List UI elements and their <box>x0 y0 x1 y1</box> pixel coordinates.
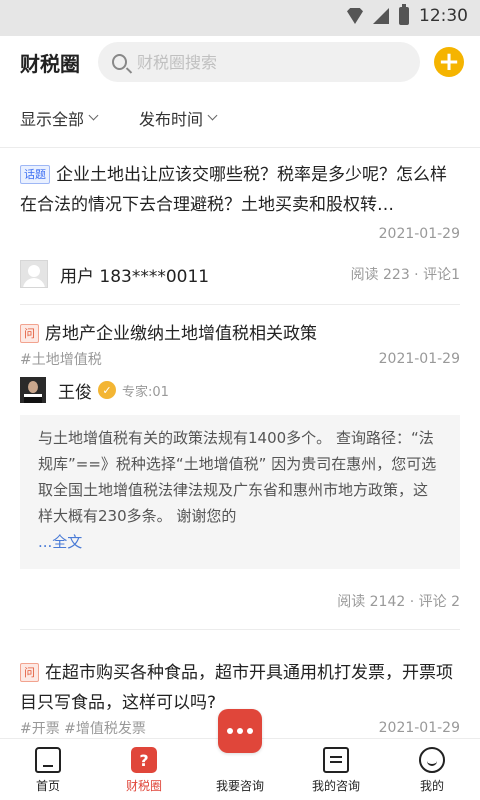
chevron-down-icon <box>88 110 99 121</box>
nav-consult[interactable]: 我要咨询 <box>192 709 288 800</box>
filter-publish-time-label: 发布时间 <box>139 109 204 129</box>
post-title-text: 房地产企业缴纳土地增值税相关政策 <box>45 324 317 344</box>
question-tag: 问 <box>20 663 39 682</box>
bottom-nav: 首页 ? 财税圈 我要咨询 我的咨询 我的 <box>0 709 480 800</box>
page-title: 财税圈 <box>20 51 80 76</box>
question-icon: ? <box>131 747 157 773</box>
expert-author[interactable]: 王俊 ✓ 专家:01 <box>20 377 460 403</box>
post-hashtag[interactable]: #土地增值税 <box>20 349 102 369</box>
post-author[interactable]: 用户 183****0011 <box>20 260 209 288</box>
filter-bar: 显示全部 发布时间 <box>0 88 480 148</box>
signal-icon <box>373 8 389 24</box>
filter-show-all[interactable]: 显示全部 <box>20 106 99 130</box>
post-meta: #土地增值税 2021-01-29 <box>20 349 460 369</box>
nav-tax-circle[interactable]: ? 财税圈 <box>96 739 192 800</box>
list-icon <box>323 747 349 773</box>
read-full-link[interactable]: ...全文 <box>38 533 82 551</box>
answer-text: 与土地增值税有关的政策法规有1400多个。 查询路径：“法规库”==》税种选择“… <box>38 429 437 525</box>
post-date: 2021-01-29 <box>378 226 460 242</box>
topic-tag: 话题 <box>20 165 50 184</box>
nav-home-label: 首页 <box>35 779 60 793</box>
search-icon <box>112 54 127 70</box>
post-stats: 阅读 223 · 评论1 <box>350 267 460 283</box>
filter-publish-time[interactable]: 发布时间 <box>139 106 218 130</box>
post-item[interactable]: 话题 企业土地出让应该交哪些税？税率是多少呢？怎么样在合法的情况下去合理避税？土地… <box>0 148 480 288</box>
wifi-icon <box>347 8 363 24</box>
chevron-down-icon <box>207 110 218 121</box>
nav-tax-circle-label: 财税圈 <box>125 779 162 793</box>
expert-name: 王俊 <box>58 382 92 403</box>
smiley-icon <box>419 747 445 773</box>
post-stats: 阅读 2142 · 评论 2 <box>337 594 460 610</box>
post-title-text: 在超市购买各种食品，超市开具通用机打发票，开票项目只写食品，这样可以吗? <box>20 663 453 713</box>
verified-icon: ✓ <box>98 381 116 399</box>
answer-preview[interactable]: 与土地增值税有关的政策法规有1400多个。 查询路径：“法规库”==》税种选择“… <box>20 415 460 569</box>
nav-my-consult-label: 我的咨询 <box>311 779 360 793</box>
home-icon <box>35 747 61 773</box>
post-feed[interactable]: 话题 企业土地出让应该交哪些税？税率是多少呢？怎么样在合法的情况下去合理避税？土地… <box>0 148 480 738</box>
post-title[interactable]: 话题 企业土地出让应该交哪些税？税率是多少呢？怎么样在合法的情况下去合理避税？土地… <box>20 160 460 220</box>
battery-icon <box>399 4 409 25</box>
avatar <box>20 260 48 288</box>
post-item[interactable]: 问房地产企业缴纳土地增值税相关政策 #土地增值税 2021-01-29 王俊 ✓… <box>0 305 480 611</box>
post-title[interactable]: 问房地产企业缴纳土地增值税相关政策 <box>20 319 460 349</box>
post-date: 2021-01-29 <box>378 720 460 736</box>
status-icons: 12:30 <box>347 4 468 26</box>
status-time: 12:30 <box>419 6 468 26</box>
app-header: 财税圈 + <box>0 36 480 88</box>
expert-label: 专家:01 <box>122 384 169 400</box>
nav-home[interactable]: 首页 <box>0 739 96 800</box>
status-bar: 12:30 <box>0 0 480 36</box>
post-hashtags[interactable]: #开票 #增值税发票 <box>20 718 146 738</box>
search-box[interactable] <box>98 42 420 82</box>
chat-icon <box>218 709 262 753</box>
post-meta: 用户 183****0011 阅读 223 · 评论1 <box>20 260 460 288</box>
avatar <box>20 377 46 403</box>
post-title-text: 企业土地出让应该交哪些税？税率是多少呢？怎么样在合法的情况下去合理避税？土地买卖… <box>20 165 447 215</box>
search-input[interactable] <box>136 52 406 72</box>
nav-consult-label: 我要咨询 <box>215 779 264 793</box>
question-tag: 问 <box>20 324 39 343</box>
nav-me[interactable]: 我的 <box>384 739 480 800</box>
nav-my-consult[interactable]: 我的咨询 <box>288 739 384 800</box>
nav-me-label: 我的 <box>419 779 444 793</box>
add-button[interactable]: + <box>434 47 464 77</box>
filter-show-all-label: 显示全部 <box>20 109 85 129</box>
post-date: 2021-01-29 <box>378 351 460 367</box>
author-name: 用户 183****0011 <box>60 266 210 287</box>
